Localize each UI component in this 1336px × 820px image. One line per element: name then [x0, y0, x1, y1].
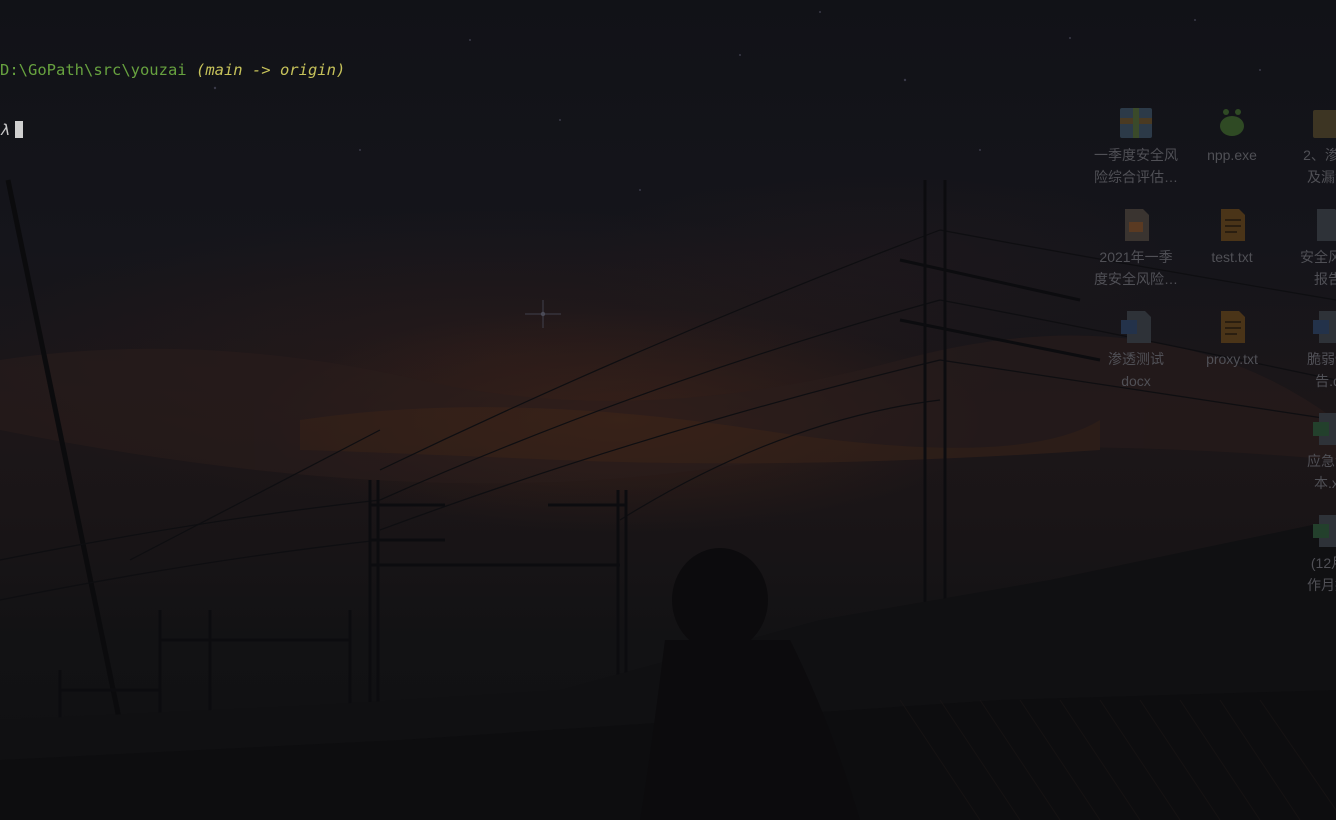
desktop-icon-test-txt[interactable]: test.txt — [1184, 206, 1280, 268]
desktop-icon-pentest-docx[interactable]: 渗透测试 docx — [1088, 308, 1184, 392]
icon-label-line1: 应急演 — [1307, 453, 1336, 469]
git-branch-info: (main -> origin) — [195, 61, 346, 79]
word-doc-icon — [1313, 311, 1336, 343]
desktop-screen: D:\GoPath\src\youzai (main -> origin) λ … — [0, 0, 1336, 820]
icon-label-line1: (12月 — [1310, 555, 1336, 571]
terminal-input-line[interactable]: λ — [0, 120, 345, 140]
icon-label-line1: test.txt — [1211, 249, 1253, 265]
pdf-icon — [1125, 209, 1149, 241]
excel-icon — [1313, 413, 1336, 445]
archive-icon — [1120, 108, 1152, 138]
icon-label-line1: 2021年一季 — [1099, 249, 1173, 265]
word-doc-icon — [1121, 311, 1151, 343]
desktop-icon-risk-assessment[interactable]: 一季度安全风 险综合评估… — [1088, 104, 1184, 188]
icon-label-line1: 渗透测试 — [1108, 351, 1164, 367]
icon-label-line2: 本.xl — [1314, 475, 1336, 491]
icon-label-line1: npp.exe — [1207, 147, 1257, 163]
desktop-icon-npp[interactable]: npp.exe — [1184, 104, 1280, 166]
icon-label-line2: 度安全风险… — [1094, 271, 1178, 287]
desktop-icon-security-risk-report[interactable]: 安全风险 报告 — [1280, 206, 1336, 290]
icon-label-line1: 脆弱性 — [1307, 351, 1336, 367]
icon-label-line1: proxy.txt — [1206, 351, 1258, 367]
desktop-icon-2021-report[interactable]: 2021年一季 度安全风险… — [1088, 206, 1184, 290]
icon-label-line2: 及漏洞 — [1307, 169, 1336, 185]
desktop-icon-proxy-txt[interactable]: proxy.txt — [1184, 308, 1280, 370]
folder-icon — [1313, 110, 1336, 138]
desktop-icon-emergency-drill[interactable]: 应急演 本.xl — [1280, 410, 1336, 494]
icon-label-line2: 险综合评估… — [1094, 169, 1178, 185]
icon-label-line2: docx — [1121, 373, 1151, 389]
text-file-icon — [1221, 311, 1245, 343]
desktop-icon-monthly-report[interactable]: (12月 作月报 — [1280, 512, 1336, 596]
text-file-icon — [1221, 209, 1245, 241]
prompt-symbol: λ — [0, 121, 10, 139]
icon-label-line2: 报告 — [1314, 271, 1336, 287]
terminal-prompt-line: D:\GoPath\src\youzai (main -> origin) — [0, 60, 345, 80]
icon-label-line1: 安全风险 — [1300, 249, 1336, 265]
icon-label-line2: 作月报 — [1307, 577, 1336, 593]
notepad-plus-plus-icon — [1220, 109, 1244, 136]
desktop-icon-vulnerability-report[interactable]: 脆弱性 告.d — [1280, 308, 1336, 392]
icon-label-line2: 告.d — [1315, 373, 1336, 389]
word-doc-icon — [1317, 209, 1336, 241]
current-path: D:\GoPath\src\youzai — [0, 61, 187, 79]
text-cursor — [15, 121, 24, 138]
excel-icon — [1313, 515, 1336, 547]
desktop-icon-pentest-folder[interactable]: 2、渗透 及漏洞 — [1280, 104, 1336, 188]
icon-label-line1: 2、渗透 — [1303, 147, 1336, 163]
terminal-window[interactable]: D:\GoPath\src\youzai (main -> origin) λ — [0, 20, 345, 180]
icon-label-line1: 一季度安全风 — [1094, 147, 1178, 163]
